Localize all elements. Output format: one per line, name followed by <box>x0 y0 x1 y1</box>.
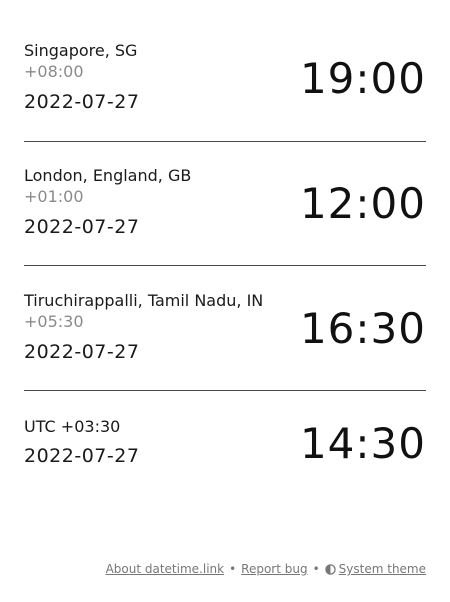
zone-row-utc: UTC +03:30 2022-07-27 14:30 <box>24 391 426 469</box>
zone-time: 19:00 <box>299 53 426 103</box>
zone-time: 14:30 <box>299 418 426 468</box>
half-circle-contrast-icon <box>324 563 336 575</box>
zone-info: Singapore, SG +08:00 2022-07-27 <box>24 41 139 115</box>
footer-separator: • <box>229 562 237 576</box>
zone-offset: +05:30 <box>24 312 84 331</box>
zone-name: UTC +03:30 <box>24 417 121 436</box>
zone-name: London, England, GB <box>24 166 192 185</box>
footer-separator: • <box>312 562 320 576</box>
zone-date: 2022-07-27 <box>24 91 140 113</box>
timezone-list: Singapore, SG +08:00 2022-07-27 19:00 Lo… <box>24 16 426 469</box>
zone-name: Tiruchirappalli, Tamil Nadu, IN <box>24 291 264 310</box>
footer: About datetime.link • Report bug • Syste… <box>106 562 426 576</box>
about-link[interactable]: About datetime.link <box>106 562 225 576</box>
zone-time: 16:30 <box>299 303 426 353</box>
zone-date: 2022-07-27 <box>24 216 140 238</box>
report-bug-link[interactable]: Report bug <box>241 562 307 576</box>
zone-info: Tiruchirappalli, Tamil Nadu, IN +05:30 2… <box>24 291 263 365</box>
theme-label: System theme <box>338 562 426 576</box>
theme-toggle[interactable]: System theme <box>324 562 426 576</box>
zone-info: UTC +03:30 2022-07-27 <box>24 417 139 469</box>
zone-date: 2022-07-27 <box>24 341 140 363</box>
zone-time: 12:00 <box>299 178 426 228</box>
page: Singapore, SG +08:00 2022-07-27 19:00 Lo… <box>0 0 450 602</box>
zone-date: 2022-07-27 <box>24 445 140 467</box>
zone-name: Singapore, SG <box>24 41 138 60</box>
zone-row-singapore: Singapore, SG +08:00 2022-07-27 19:00 <box>24 16 426 142</box>
zone-info: London, England, GB +01:00 2022-07-27 <box>24 166 191 240</box>
zone-offset: +08:00 <box>24 62 84 81</box>
zone-row-tiruchirappalli: Tiruchirappalli, Tamil Nadu, IN +05:30 2… <box>24 266 426 391</box>
zone-offset: +01:00 <box>24 187 84 206</box>
zone-row-london: London, England, GB +01:00 2022-07-27 12… <box>24 142 426 266</box>
